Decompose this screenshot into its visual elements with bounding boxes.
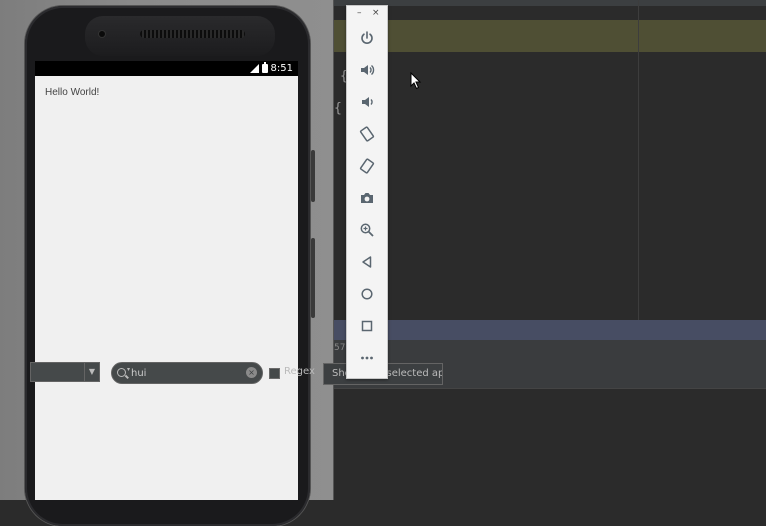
logcat-output[interactable] (334, 388, 766, 501)
regex-checkbox[interactable] (269, 368, 280, 379)
overview-icon (361, 320, 373, 332)
search-input[interactable] (131, 365, 241, 381)
more-button[interactable] (356, 347, 378, 369)
back-icon (362, 256, 372, 268)
signal-icon (249, 64, 259, 73)
search-options-icon[interactable]: ▾ (127, 366, 130, 373)
camera-icon (361, 193, 373, 203)
emulator-toolbar: – × (346, 5, 388, 379)
mouse-pointer-icon (410, 72, 422, 90)
zoom-icon (360, 223, 374, 237)
overview-button[interactable] (356, 315, 378, 337)
rotate-right-button[interactable] (356, 155, 378, 177)
volume-down-icon (362, 97, 373, 107)
highlighted-line (334, 20, 766, 52)
home-button[interactable] (356, 283, 378, 305)
search-icon[interactable] (117, 368, 126, 377)
back-button[interactable] (356, 251, 378, 273)
status-bar: 8:51 (35, 61, 298, 76)
power-button[interactable] (356, 27, 378, 49)
volume-down-button[interactable] (356, 91, 378, 113)
front-camera (99, 31, 105, 37)
window-controls: – × (347, 8, 387, 20)
screenshot-button[interactable] (356, 187, 378, 209)
ide-editor: { { 572 (334, 0, 766, 501)
power-icon (361, 31, 373, 44)
editor-top-bar (334, 0, 766, 6)
hello-world-text: Hello World! (45, 87, 100, 98)
home-icon (361, 288, 373, 300)
volume-side-button[interactable] (311, 238, 315, 318)
close-button[interactable]: × (372, 8, 380, 18)
rotate-right-icon (359, 158, 375, 174)
code-brace: { (334, 101, 342, 116)
volume-up-button[interactable] (356, 59, 378, 81)
log-level-dropdown[interactable]: ▼ (30, 362, 100, 382)
status-icons: 8:51 (249, 62, 293, 75)
rotate-left-button[interactable] (356, 123, 378, 145)
tool-window-header[interactable] (334, 320, 766, 340)
chevron-down-icon[interactable]: ▼ (84, 363, 99, 381)
right-margin-guide (638, 0, 639, 320)
power-side-button[interactable] (311, 150, 315, 202)
zoom-button[interactable] (356, 219, 378, 241)
volume-up-icon (361, 64, 375, 76)
speaker-grille (140, 30, 245, 38)
more-icon (361, 356, 373, 360)
battery-icon (261, 62, 268, 73)
rotate-left-icon (359, 126, 375, 142)
minimize-button[interactable]: – (357, 8, 362, 18)
phone-screen[interactable]: 8:51 Hello World! (35, 61, 298, 500)
clear-search-icon[interactable]: × (246, 367, 257, 378)
status-time: 8:51 (270, 63, 293, 74)
regex-label: Regex (284, 366, 315, 377)
logcat-search[interactable]: ▾ × (111, 362, 263, 384)
